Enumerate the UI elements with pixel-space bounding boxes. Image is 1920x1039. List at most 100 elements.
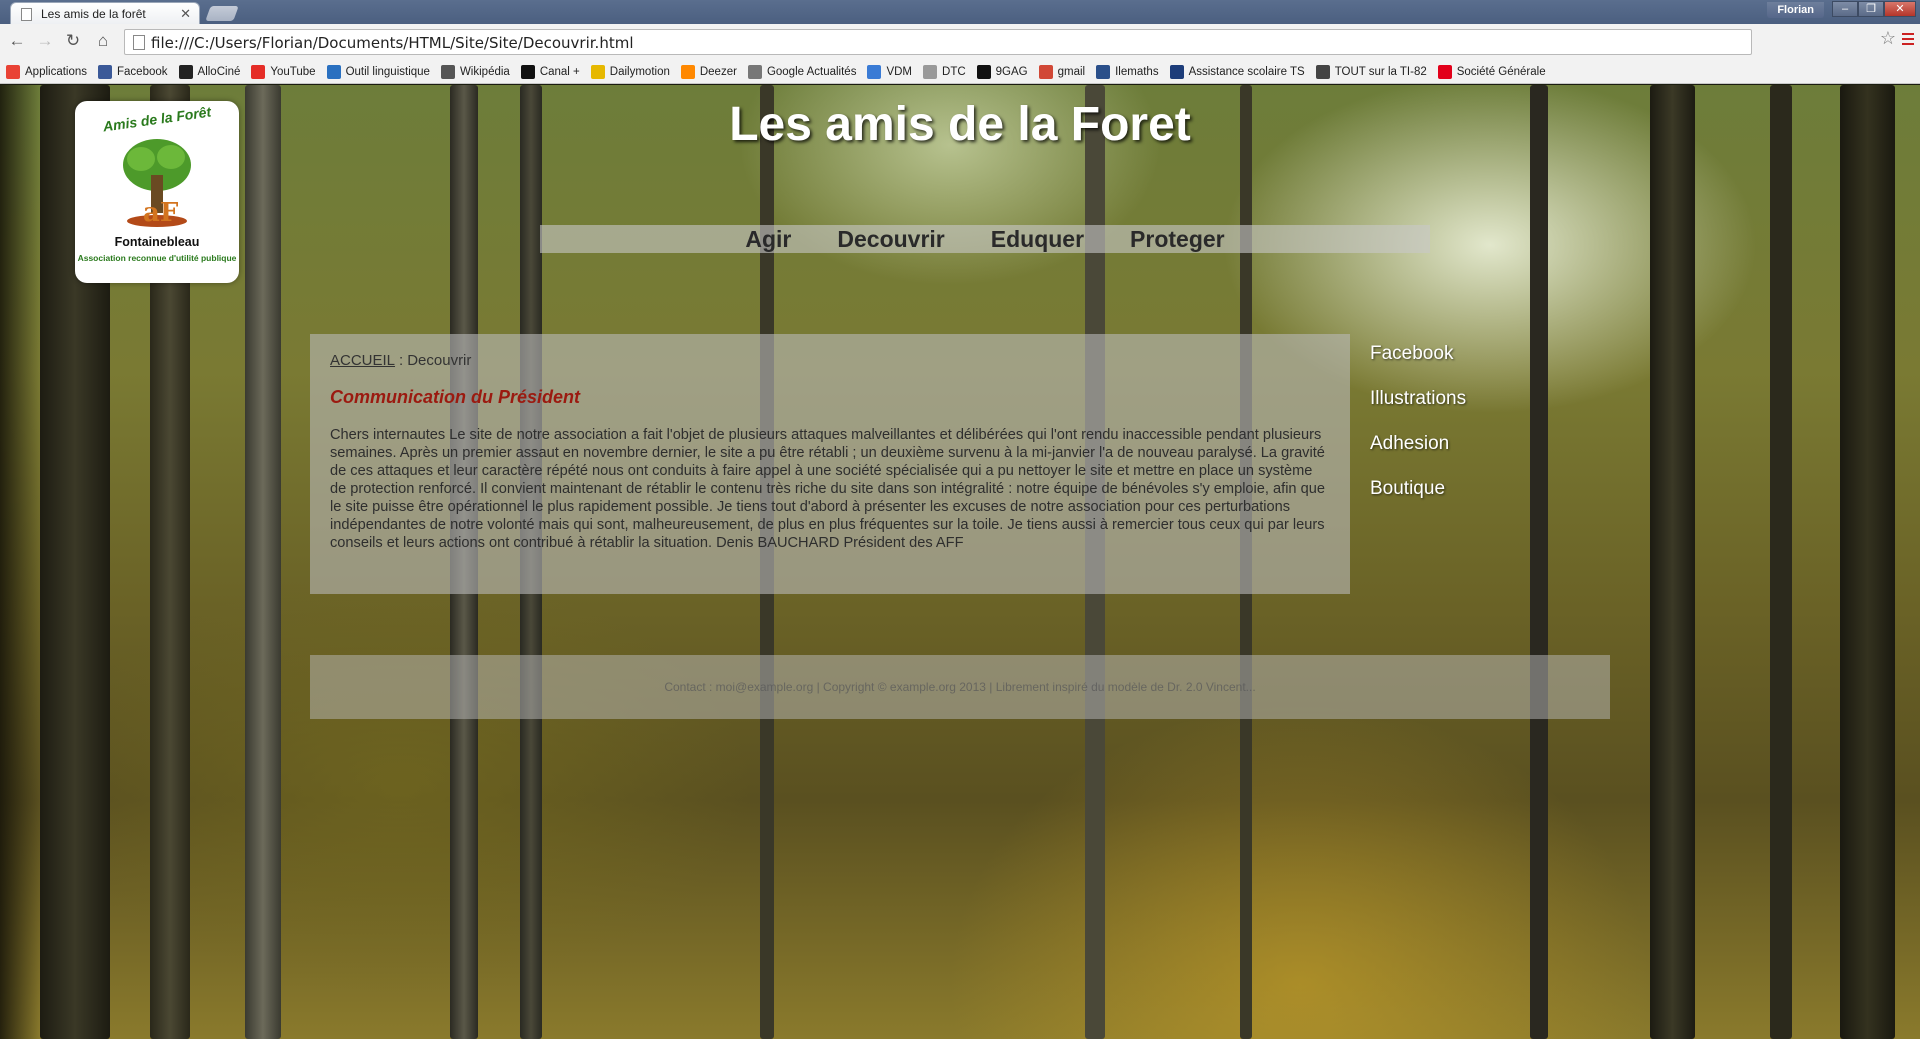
bookmark-label: Google Actualités (766, 65, 857, 78)
page-footer: Contact : moi@example.org | Copyright © … (310, 655, 1610, 719)
calculator-icon (1315, 64, 1330, 79)
side-link-boutique[interactable]: Boutique (1370, 478, 1466, 500)
tree-trunk (1530, 85, 1548, 1039)
side-links: Facebook Illustrations Adhesion Boutique (1370, 343, 1466, 523)
bookmark-item[interactable]: DTC (923, 64, 966, 79)
nav-eduquer[interactable]: Eduquer (968, 225, 1107, 253)
nav-decouvrir[interactable]: Decouvrir (814, 225, 967, 253)
socgen-icon (1437, 64, 1452, 79)
bookmark-label: Wikipédia (459, 65, 510, 78)
globe-icon (326, 64, 341, 79)
main-nav: Agir Decouvrir Eduquer Proteger (540, 225, 1430, 253)
page-favicon-icon (21, 8, 32, 21)
back-icon[interactable]: ← (6, 31, 28, 51)
bookmark-item[interactable]: VDM (867, 64, 913, 79)
bookmark-label: DTC (942, 65, 966, 78)
bookmark-item[interactable]: Facebook (98, 64, 168, 79)
ilemaths-icon (1096, 64, 1111, 79)
bookmark-label: Dailymotion (609, 65, 670, 78)
article-body: Chers internautes Le site de notre assoc… (330, 427, 1325, 551)
bookmark-item[interactable]: 9GAG (976, 64, 1028, 79)
profile-button[interactable]: Florian (1767, 2, 1824, 18)
logo-arc-text: Amis de la Forêt (101, 103, 213, 135)
allocine-icon (178, 64, 193, 79)
side-link-adhesion[interactable]: Adhesion (1370, 433, 1466, 455)
deezer-icon (680, 64, 695, 79)
bookmark-item[interactable]: Dailymotion (590, 64, 670, 79)
facebook-icon (98, 64, 113, 79)
reload-icon[interactable]: ↻ (62, 31, 84, 51)
breadcrumb-separator: : (399, 352, 404, 369)
bookmark-label: Société Générale (1456, 65, 1546, 78)
bookmark-item[interactable]: YouTube (251, 64, 316, 79)
breadcrumb-current: Decouvrir (407, 352, 472, 369)
bookmark-label: YouTube (270, 65, 316, 78)
gmail-icon (1038, 64, 1053, 79)
close-tab-icon[interactable]: ✕ (180, 6, 191, 22)
bookmark-label: VDM (886, 65, 913, 78)
wikipedia-icon (440, 64, 455, 79)
bookmark-label: Applications (25, 65, 88, 78)
news-icon (747, 64, 762, 79)
logo-place: Fontainebleau (114, 235, 200, 249)
bookmark-item[interactable]: gmail (1038, 64, 1086, 79)
side-link-illustrations[interactable]: Illustrations (1370, 388, 1466, 410)
site-title: Les amis de la Foret (729, 98, 1191, 151)
bookmark-item[interactable]: TOUT sur la TI-82 (1315, 64, 1427, 79)
page-viewport: Amis de la Forêt aF Fontainebleau Associ… (0, 85, 1920, 1039)
page-icon (133, 35, 145, 50)
bookmark-item[interactable]: Deezer (680, 64, 737, 79)
bookmark-item[interactable]: Outil linguistique (326, 64, 430, 79)
tree-emblem-icon: aF (123, 139, 191, 228)
bookmark-label: Assistance scolaire TS (1188, 65, 1305, 78)
bookmark-item[interactable]: Applications (6, 64, 88, 79)
minimize-button[interactable]: – (1832, 1, 1858, 17)
browser-toolbar: ← → ↻ ⌂ file:///C:/Users/Florian/Documen… (0, 24, 1920, 61)
tree-trunk (245, 85, 281, 1039)
maximize-button[interactable]: ❐ (1858, 1, 1884, 17)
bookmark-label: 9GAG (995, 65, 1028, 78)
nav-proteger[interactable]: Proteger (1107, 225, 1248, 253)
tab-strip: Les amis de la forêt ✕ Florian – ❐ ✕ (0, 0, 1920, 24)
chrome-menu-icon[interactable] (1902, 33, 1914, 48)
close-window-button[interactable]: ✕ (1884, 1, 1916, 17)
bookmark-label: Canal + (539, 65, 580, 78)
logo-assoc: Association reconnue d'utilité publique (77, 253, 237, 263)
bookmark-label: AlloCiné (197, 65, 241, 78)
bookmark-label: Outil linguistique (345, 65, 430, 78)
address-bar[interactable]: file:///C:/Users/Florian/Documents/HTML/… (124, 29, 1752, 55)
plus-icon (520, 64, 535, 79)
bookmark-item[interactable]: Canal + (520, 64, 580, 79)
bookmark-label: Facebook (117, 65, 168, 78)
bookmark-item[interactable]: Google Actualités (747, 64, 857, 79)
bookmark-item[interactable]: Société Générale (1437, 64, 1546, 79)
9gag-icon (976, 64, 991, 79)
svg-text:aF: aF (143, 198, 179, 228)
home-icon[interactable]: ⌂ (92, 31, 114, 51)
bookmark-item[interactable]: AlloCiné (178, 64, 241, 79)
new-tab-button[interactable] (205, 6, 239, 21)
breadcrumb: ACCUEIL: Decouvrir (330, 352, 1330, 369)
tree-trunk (1840, 85, 1895, 1039)
bookmark-label: TOUT sur la TI-82 (1334, 65, 1427, 78)
tree-trunk (1650, 85, 1695, 1039)
dailymotion-icon (590, 64, 605, 79)
article-title: Communication du Président (330, 387, 581, 407)
bookmark-star-icon[interactable]: ☆ (1880, 28, 1896, 49)
tab-title: Les amis de la forêt (41, 7, 146, 21)
bookmark-label: gmail (1057, 65, 1086, 78)
bookmark-label: Deezer (699, 65, 737, 78)
forward-icon[interactable]: → (34, 31, 56, 51)
association-logo[interactable]: Amis de la Forêt aF Fontainebleau Associ… (75, 101, 239, 283)
side-link-facebook[interactable]: Facebook (1370, 343, 1466, 365)
bookmark-item[interactable]: Ilemaths (1096, 64, 1159, 79)
vdm-icon (867, 64, 882, 79)
page-icon (923, 64, 938, 79)
url-text: file:///C:/Users/Florian/Documents/HTML/… (151, 34, 634, 52)
bookmark-item[interactable]: Assistance scolaire TS (1169, 64, 1305, 79)
tree-trunk (1770, 85, 1792, 1039)
breadcrumb-home-link[interactable]: ACCUEIL (330, 352, 395, 369)
browser-tab[interactable]: Les amis de la forêt ✕ (10, 2, 200, 24)
bookmark-item[interactable]: Wikipédia (440, 64, 510, 79)
nav-agir[interactable]: Agir (722, 225, 814, 253)
